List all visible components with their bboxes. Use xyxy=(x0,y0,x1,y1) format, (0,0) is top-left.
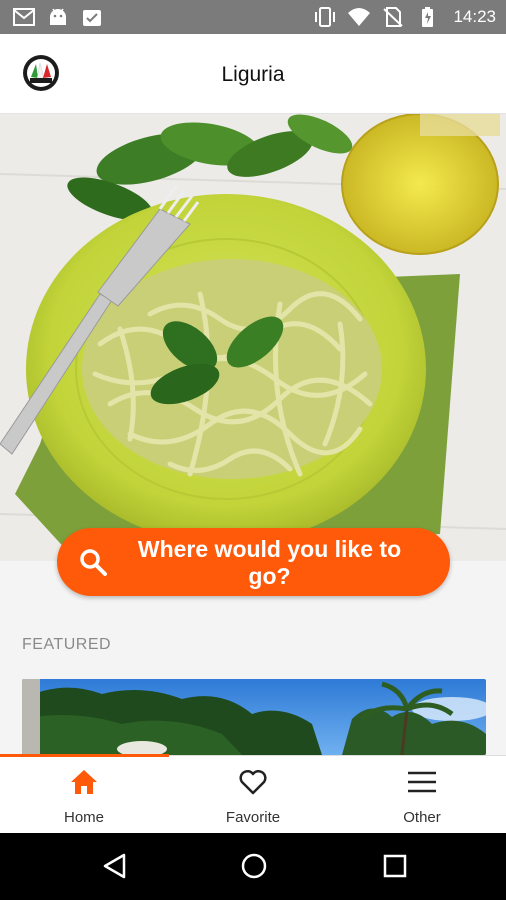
nav-other-label: Other xyxy=(403,809,441,826)
heart-icon xyxy=(239,769,267,795)
hero-image xyxy=(0,114,506,561)
gmail-icon xyxy=(13,8,35,26)
nav-home-label: Home xyxy=(63,809,104,826)
bottom-nav: Home Favorite Other xyxy=(0,754,506,834)
status-bar: 14:23 xyxy=(0,0,506,34)
back-icon[interactable] xyxy=(100,851,130,881)
page-title: Liguria xyxy=(221,63,285,86)
android-icon xyxy=(50,8,66,25)
nav-favorite[interactable]: Favorite xyxy=(169,756,337,834)
recents-icon[interactable] xyxy=(380,851,410,881)
no-sim-icon xyxy=(383,7,404,27)
status-time: 14:23 xyxy=(453,7,496,26)
system-nav-bar xyxy=(0,833,506,900)
menu-icon xyxy=(408,771,436,793)
home-icon xyxy=(71,770,97,794)
battery-charging-icon xyxy=(422,7,434,27)
wifi-icon xyxy=(348,8,371,26)
search-icon xyxy=(80,549,107,576)
featured-heading: FEATURED xyxy=(22,636,112,653)
vibrate-icon xyxy=(315,7,336,27)
search-label: Where would you like to go? xyxy=(137,536,402,589)
search-button[interactable]: Where would you like to go? xyxy=(57,528,450,596)
nav-home[interactable]: Home xyxy=(0,756,168,834)
clipboard-icon xyxy=(83,10,101,26)
featured-card[interactable] xyxy=(22,679,486,755)
nav-other[interactable]: Other xyxy=(338,756,506,834)
app-bar: Liguria xyxy=(0,34,506,114)
nav-favorite-label: Favorite xyxy=(225,809,281,826)
home-circle-icon[interactable] xyxy=(239,851,269,881)
